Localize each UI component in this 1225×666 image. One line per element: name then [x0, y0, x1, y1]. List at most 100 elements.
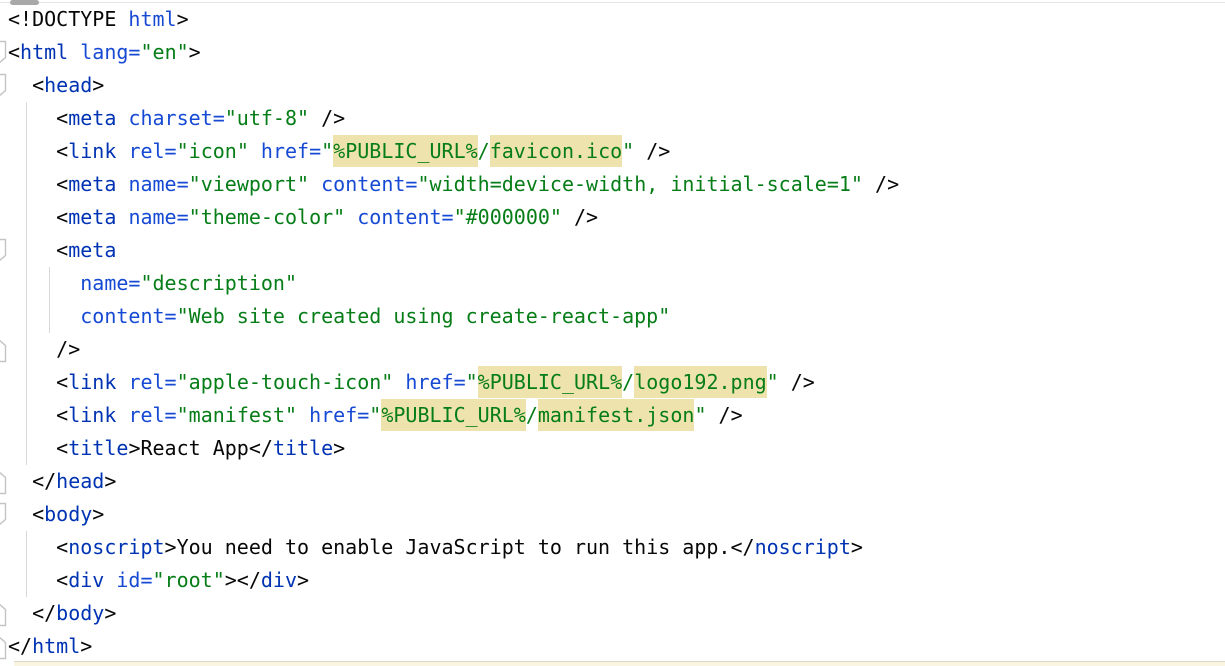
code-token: <: [8, 172, 68, 196]
code-token: html: [32, 634, 80, 658]
code-token: body: [44, 502, 92, 526]
fold-region-end-marker[interactable]: [0, 635, 8, 664]
code-token: >: [104, 601, 116, 625]
code-token: <: [8, 40, 20, 64]
template-placeholder-token: %PUBLIC_URL%: [333, 135, 478, 167]
code-token: >: [851, 535, 863, 559]
fold-bracket-icon: [0, 73, 8, 98]
fold-region-end-marker[interactable]: [0, 338, 8, 367]
bottom-panel-edge: [14, 661, 1225, 666]
code-token: "utf-8": [225, 106, 309, 130]
code-token: [104, 568, 116, 592]
code-token: </: [8, 469, 56, 493]
code-line[interactable]: <link rel="manifest" href="%PUBLIC_URL%/…: [0, 399, 1225, 432]
code-token: content=: [80, 304, 176, 328]
template-placeholder-token: %PUBLIC_URL%: [478, 366, 623, 398]
fold-region-end-marker[interactable]: [0, 470, 8, 499]
code-token: noscript: [68, 535, 164, 559]
code-line[interactable]: <meta: [0, 234, 1225, 267]
code-token: [116, 106, 128, 130]
code-line[interactable]: content="Web site created using create-r…: [0, 300, 1225, 333]
code-token: <: [8, 403, 68, 427]
code-token: [116, 172, 128, 196]
code-token: /: [526, 403, 538, 427]
code-line[interactable]: <noscript>You need to enable JavaScript …: [0, 531, 1225, 564]
code-line[interactable]: <meta name="theme-color" content="#00000…: [0, 201, 1225, 234]
code-line[interactable]: </html>: [0, 630, 1225, 663]
code-token: "apple-touch-icon": [177, 370, 394, 394]
code-token: name=: [128, 205, 188, 229]
code-token: ": [466, 370, 478, 394]
code-token: meta: [68, 172, 116, 196]
code-line[interactable]: <!DOCTYPE html>: [0, 3, 1225, 36]
code-token: head: [44, 73, 92, 97]
fold-region-start-marker[interactable]: [0, 73, 8, 102]
code-token: link: [68, 403, 116, 427]
code-token: <: [8, 106, 68, 130]
template-placeholder-token: favicon.ico: [490, 135, 622, 167]
indent-guide: [26, 102, 27, 465]
fold-region-start-marker[interactable]: [0, 238, 8, 267]
code-token: rel=: [128, 403, 176, 427]
code-token: rel=: [128, 370, 176, 394]
code-token: meta: [68, 106, 116, 130]
code-token: href=: [261, 139, 321, 163]
code-token: [116, 205, 128, 229]
code-token: ": [622, 139, 634, 163]
fold-bracket-icon: [0, 502, 8, 527]
code-token: >You need to enable JavaScript to run th…: [165, 535, 755, 559]
code-token: "width=device-width, initial-scale=1": [417, 172, 863, 196]
code-token: "#000000": [454, 205, 562, 229]
code-token: ": [321, 139, 333, 163]
code-token: <: [8, 205, 68, 229]
fold-bracket-icon: [0, 470, 8, 495]
code-line[interactable]: <meta charset="utf-8" />: [0, 102, 1225, 135]
code-token: >: [333, 436, 345, 460]
code-token: ": [694, 403, 706, 427]
code-token: div: [68, 568, 104, 592]
template-placeholder-token: logo192.png: [634, 366, 766, 398]
code-token: "description": [140, 271, 297, 295]
code-line[interactable]: </body>: [0, 597, 1225, 630]
code-token: <: [8, 535, 68, 559]
code-token: />: [706, 403, 742, 427]
code-line[interactable]: name="description": [0, 267, 1225, 300]
code-token: content=: [321, 172, 417, 196]
template-placeholder-token: %PUBLIC_URL%: [381, 399, 526, 431]
code-token: [249, 139, 261, 163]
fold-region-start-marker[interactable]: [0, 502, 8, 531]
code-token: "viewport": [189, 172, 309, 196]
code-line[interactable]: <link rel="icon" href="%PUBLIC_URL%/favi…: [0, 135, 1225, 168]
code-token: name=: [80, 271, 140, 295]
code-line[interactable]: <head>: [0, 69, 1225, 102]
code-token: >: [189, 40, 201, 64]
code-token: <: [8, 238, 68, 262]
code-token: title: [273, 436, 333, 460]
code-line[interactable]: <meta name="viewport" content="width=dev…: [0, 168, 1225, 201]
code-token: "root": [153, 568, 225, 592]
code-token: [8, 304, 80, 328]
fold-bracket-icon: [0, 40, 8, 65]
code-line[interactable]: <link rel="apple-touch-icon" href="%PUBL…: [0, 366, 1225, 399]
code-token: <: [8, 436, 68, 460]
code-token: meta: [68, 238, 116, 262]
code-token: [116, 403, 128, 427]
code-token: </: [8, 634, 32, 658]
fold-region-end-marker[interactable]: [0, 602, 8, 631]
code-line[interactable]: <title>React App</title>: [0, 432, 1225, 465]
code-line[interactable]: <div id="root"></div>: [0, 564, 1225, 597]
code-token: lang=: [80, 40, 140, 64]
code-line[interactable]: <html lang="en">: [0, 36, 1225, 69]
indent-guide: [49, 267, 50, 333]
template-placeholder-token: manifest.json: [538, 399, 695, 431]
code-line[interactable]: <body>: [0, 498, 1225, 531]
code-token: link: [68, 370, 116, 394]
code-line[interactable]: </head>: [0, 465, 1225, 498]
fold-region-start-marker[interactable]: [0, 40, 8, 69]
code-token: name=: [128, 172, 188, 196]
code-line[interactable]: />: [0, 333, 1225, 366]
code-token: ": [767, 370, 779, 394]
code-token: charset=: [128, 106, 224, 130]
code-token: [8, 271, 80, 295]
code-token: "Web site created using create-react-app…: [177, 304, 671, 328]
